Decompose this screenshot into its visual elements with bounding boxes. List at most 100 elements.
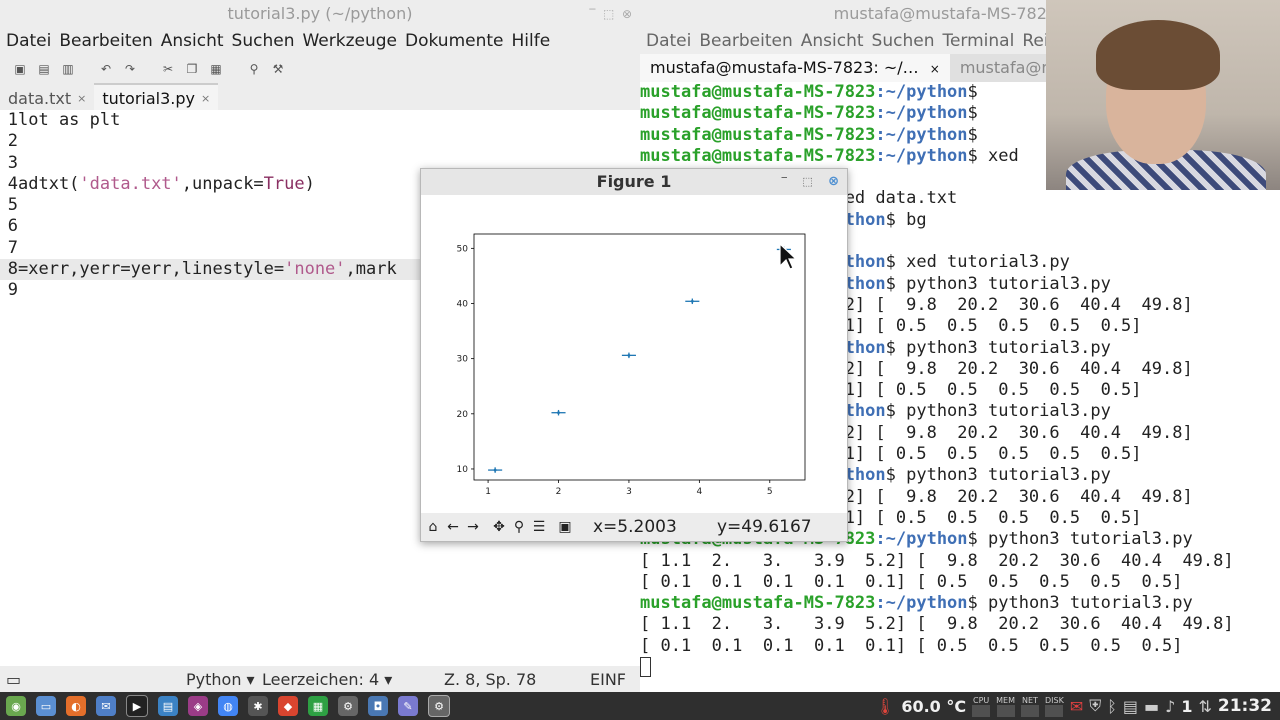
tab-label: mustafa@mustafa-MS-7823: ~/…	[650, 58, 919, 77]
notification-count[interactable]: 1	[1181, 697, 1192, 716]
menu-ansicht[interactable]: Ansicht	[801, 31, 864, 51]
terminal-command: $ xed	[967, 145, 1019, 166]
net-label: NET	[1022, 695, 1038, 705]
minimize-icon[interactable]: ‾	[589, 7, 595, 21]
line-number: 2	[7, 131, 18, 152]
forward-arrow-icon[interactable]: →	[463, 517, 483, 537]
menu-reiter[interactable]: Rei	[1022, 31, 1048, 51]
browser-icon[interactable]: ◍	[218, 696, 238, 716]
tab-close-icon[interactable]: ×	[930, 62, 940, 76]
minimize-icon[interactable]: ‾	[782, 175, 788, 188]
keyboard-layout-icon[interactable]: ▬	[1144, 697, 1159, 716]
zoom-icon[interactable]: ⚲	[509, 517, 529, 537]
editor-titlebar: tutorial3.py (~/python) ‾ ⬚ ⊗	[0, 0, 640, 28]
editor-menubar: Datei Bearbeiten Ansicht Suchen Werkzeug…	[0, 28, 640, 54]
menu-bearbeiten[interactable]: Bearbeiten	[699, 31, 792, 51]
x-tick-label: 5	[767, 487, 773, 497]
editor-title: tutorial3.py (~/python)	[227, 4, 413, 23]
indent-selector[interactable]: Leerzeichen: 4 ▾	[262, 670, 444, 689]
system-tray: 🌡 60.0 °C CPU MEM NET DISK ✉ ⛨ ᛒ ▤ ▬ ♪ 1…	[875, 692, 1272, 720]
volume-icon[interactable]: ♪	[1165, 697, 1175, 716]
bluetooth-icon[interactable]: ᛒ	[1107, 697, 1117, 716]
save-icon[interactable]: ▥	[56, 58, 80, 80]
code-line[interactable]: 2	[0, 131, 640, 152]
pan-icon[interactable]: ✥	[489, 517, 509, 537]
close-icon[interactable]: ⊗	[622, 7, 632, 21]
terminal-input-line[interactable]	[640, 657, 1280, 678]
menu-ansicht[interactable]: Ansicht	[161, 31, 224, 51]
terminal-prompt-user: mustafa@mustafa-MS-7823	[640, 82, 876, 102]
editor-tabs: data.txt × tutorial3.py ×	[0, 83, 640, 112]
code-line[interactable]: 1lot as plt	[0, 110, 640, 131]
menu-dokumente[interactable]: Dokumente	[405, 31, 504, 51]
terminal-tab-1[interactable]: mustafa@mustafa-MS-7823: ~/… ×	[640, 54, 950, 82]
shield-icon[interactable]: ⛨	[1089, 696, 1101, 716]
undo-icon[interactable]: ↶	[94, 58, 118, 80]
terminal-output-text: [ 1.1 2. 3. 3.9 5.2] [ 9.8 20.2 30.6 40.…	[640, 550, 1234, 571]
network-icon[interactable]: ⇅	[1198, 697, 1211, 716]
figure-title: Figure 1	[596, 172, 672, 191]
indent-label: Leerzeichen: 4	[262, 669, 380, 689]
network-monitor: NET	[1020, 695, 1039, 717]
camera-icon[interactable]: ◘	[368, 696, 388, 716]
menu-datei[interactable]: Datei	[646, 31, 691, 51]
back-arrow-icon[interactable]: ←	[443, 517, 463, 537]
sidebar-toggle-icon[interactable]: ▭	[6, 670, 186, 689]
line-number: 4	[7, 173, 18, 194]
media-icon[interactable]: ◈	[188, 696, 208, 716]
save-figure-icon[interactable]: ▣	[555, 517, 575, 537]
cut-icon[interactable]: ✂	[156, 58, 180, 80]
show-desktop-icon[interactable]: ▭	[36, 696, 56, 716]
menu-suchen[interactable]: Suchen	[872, 31, 935, 51]
files-icon[interactable]: ▤	[158, 696, 178, 716]
home-icon[interactable]: ⌂	[423, 517, 443, 537]
terminal-command: $	[967, 82, 978, 102]
figure-task-icon[interactable]: ⚙	[428, 695, 450, 717]
tab-data-txt[interactable]: data.txt ×	[6, 85, 94, 112]
code-keyword: True	[263, 173, 305, 194]
paste-icon[interactable]: ▦	[204, 58, 228, 80]
cursor-position: Z. 8, Sp. 78	[444, 669, 537, 689]
menu-suchen[interactable]: Suchen	[232, 31, 295, 51]
menu-datei[interactable]: Datei	[6, 31, 51, 51]
terminal-line: [ 1.1 2. 3. 3.9 5.2] [ 9.8 20.2 30.6 40.…	[640, 551, 1280, 572]
language-selector[interactable]: Python ▾	[186, 670, 262, 689]
mail-icon[interactable]: ✉	[96, 696, 116, 716]
clipboard-icon[interactable]: ▤	[1123, 697, 1138, 716]
settings-icon[interactable]: ✱	[248, 696, 268, 716]
tab-tutorial3-py[interactable]: tutorial3.py ×	[94, 83, 219, 112]
terminal-icon[interactable]: ▶	[126, 695, 148, 717]
replace-icon[interactable]: ⚒	[266, 58, 290, 80]
redo-icon[interactable]: ↷	[118, 58, 142, 80]
spreadsheet-icon[interactable]: ▦	[308, 696, 328, 716]
editor-statusbar: ▭ Python ▾ Leerzeichen: 4 ▾ Z. 8, Sp. 78…	[0, 666, 640, 692]
firefox-icon[interactable]: ◐	[66, 696, 86, 716]
app-icon[interactable]: ◆	[278, 696, 298, 716]
clock[interactable]: 21:32	[1218, 696, 1272, 716]
terminal-command: $ python3 tutorial3.py	[885, 337, 1111, 358]
search-icon[interactable]: ⚲	[242, 58, 266, 80]
tab-close-icon[interactable]: ×	[77, 92, 86, 105]
terminal-command: $ xed tutorial3.py	[885, 252, 1070, 273]
webcam-hair	[1096, 20, 1220, 90]
start-menu-icon[interactable]: ◉	[6, 696, 26, 716]
menu-werkzeuge[interactable]: Werkzeuge	[302, 31, 397, 51]
terminal-cursor	[640, 657, 651, 678]
x-tick-label: 3	[626, 487, 632, 497]
tab-close-icon[interactable]: ×	[201, 92, 210, 105]
gear-icon[interactable]: ⚙	[338, 696, 358, 716]
terminal-prompt-path: :~/python	[875, 124, 968, 145]
menu-hilfe[interactable]: Hilfe	[512, 31, 551, 51]
mail-tray-icon[interactable]: ✉	[1070, 697, 1083, 716]
maximize-icon[interactable]: ⬚	[599, 7, 618, 21]
copy-icon[interactable]: ❐	[180, 58, 204, 80]
close-icon[interactable]: ⊗	[828, 174, 839, 189]
menu-bearbeiten[interactable]: Bearbeiten	[59, 31, 152, 51]
configure-subplots-icon[interactable]: ☰	[529, 517, 549, 537]
editor-icon[interactable]: ✎	[398, 696, 418, 716]
mem-label: MEM	[996, 695, 1015, 705]
menu-terminal[interactable]: Terminal	[942, 31, 1014, 51]
maximize-icon[interactable]: ⬚	[802, 175, 812, 188]
open-file-icon[interactable]: ▤	[32, 58, 56, 80]
new-file-icon[interactable]: ▣	[8, 58, 32, 80]
